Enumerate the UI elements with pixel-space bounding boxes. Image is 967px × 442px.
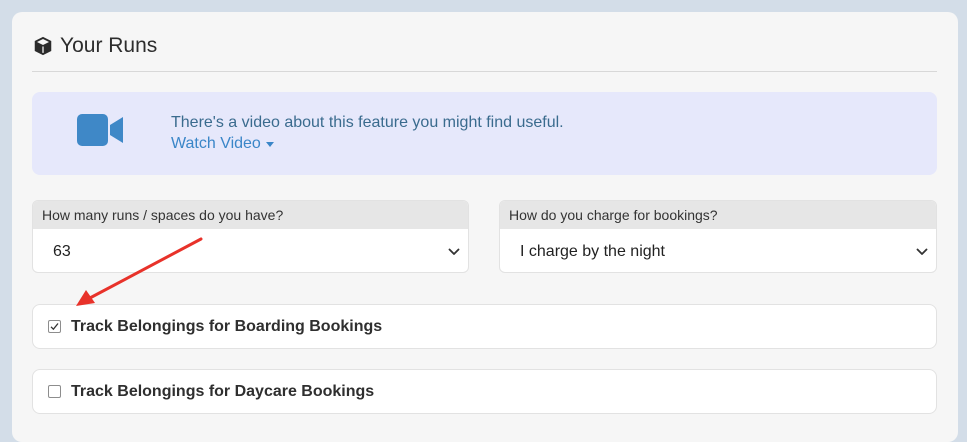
track-boarding-checkbox[interactable] (48, 320, 61, 333)
banner-message: There's a video about this feature you m… (171, 114, 564, 131)
charge-method-field: How do you charge for bookings? I charge… (499, 200, 937, 273)
video-help-banner: There's a video about this feature you m… (32, 92, 937, 175)
charge-method-value: I charge by the night (520, 242, 665, 260)
track-boarding-option[interactable]: Track Belongings for Boarding Bookings (32, 304, 937, 349)
runs-count-field: How many runs / spaces do you have? 63 (32, 200, 469, 273)
track-daycare-checkbox[interactable] (48, 385, 61, 398)
runs-count-label: How many runs / spaces do you have? (33, 201, 468, 229)
cube-icon (34, 36, 52, 56)
caret-down-icon (265, 141, 274, 147)
card-header: Your Runs (32, 34, 157, 58)
track-daycare-option[interactable]: Track Belongings for Daycare Bookings (32, 369, 937, 414)
chevron-down-icon (448, 248, 460, 255)
track-boarding-label: Track Belongings for Boarding Bookings (71, 317, 383, 335)
page-title: Your Runs (60, 34, 158, 57)
charge-method-label: How do you charge for bookings? (500, 201, 936, 229)
runs-card: Your Runs There's a video about this fea… (12, 12, 958, 442)
watch-video-link[interactable]: Watch Video (171, 135, 274, 153)
runs-count-value: 63 (53, 242, 71, 260)
charge-method-select[interactable]: I charge by the night (500, 229, 936, 272)
video-camera-icon (77, 114, 123, 146)
checkmark-icon (50, 323, 59, 331)
watch-video-label: Watch Video (171, 135, 261, 152)
chevron-down-icon (916, 248, 928, 255)
header-divider (32, 71, 937, 72)
runs-count-select[interactable]: 63 (33, 229, 468, 272)
track-daycare-label: Track Belongings for Daycare Bookings (71, 382, 375, 400)
